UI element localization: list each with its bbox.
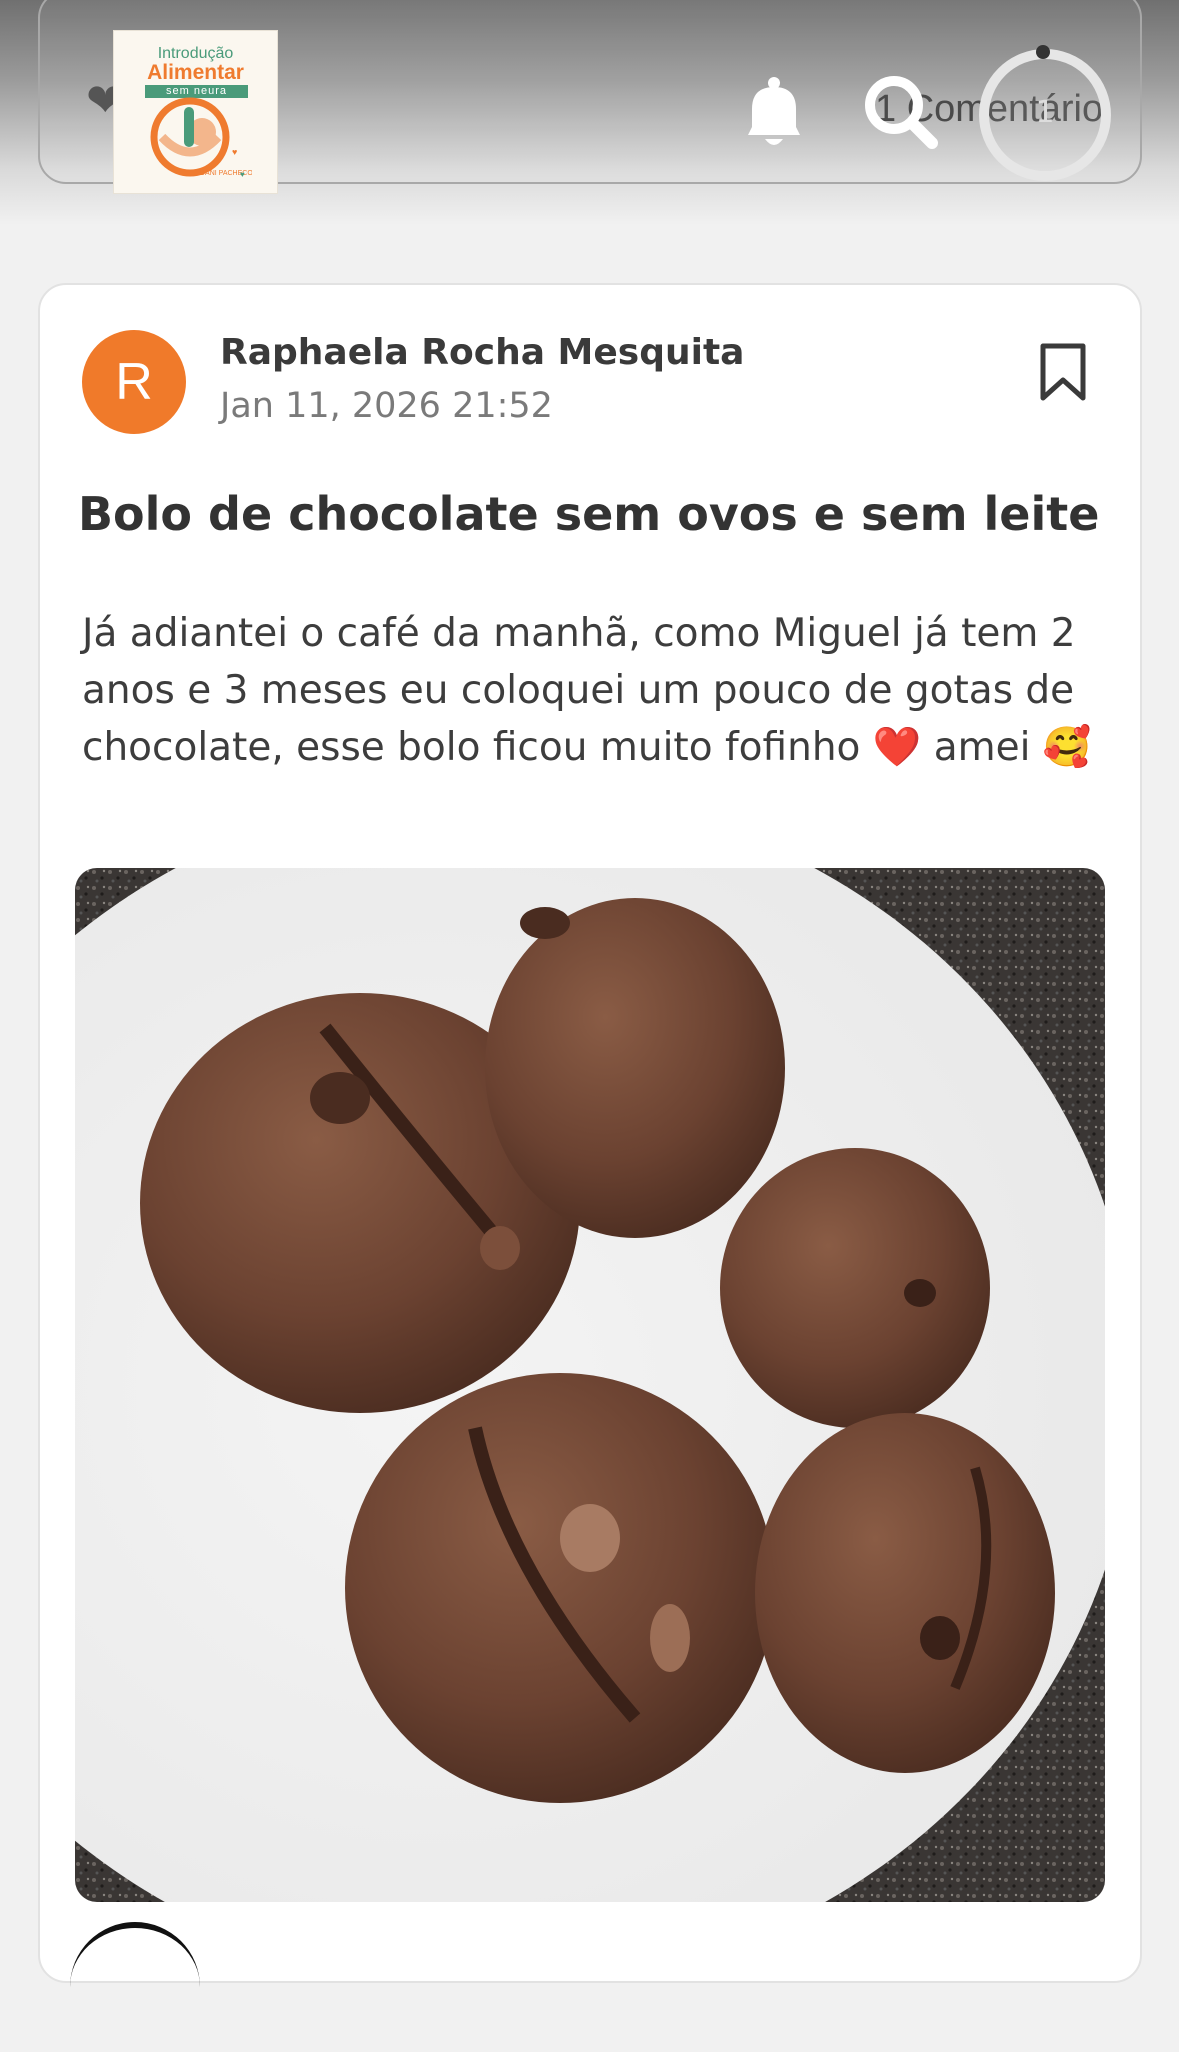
bell-icon[interactable] [738,75,810,155]
post-timestamp: Jan 11, 2026 21:52 [220,386,553,426]
top-header: ❤ Introdução Alimentar sem neura DANI PA… [0,0,1179,225]
logo-emblem-icon: DANI PACHECO ♥ ♥ [150,97,252,179]
avatar[interactable]: R [82,330,186,434]
next-post-avatar[interactable] [70,1922,200,2052]
post-author[interactable]: Raphaela Rocha Mesquita [220,332,744,373]
progress-count: 1 [1035,95,1055,130]
app-logo[interactable]: Introdução Alimentar sem neura DANI PACH… [113,30,278,194]
bookmark-icon[interactable] [1035,340,1091,404]
muffins-photo-image [75,868,1105,1902]
svg-text:♥: ♥ [232,147,237,157]
post-card: R Raphaela Rocha Mesquita Jan 11, 2026 2… [38,283,1142,1983]
post-body: Já adiantei o café da manhã, como Miguel… [82,611,1092,770]
logo-line2: Alimentar [147,61,244,84]
post-photo[interactable] [75,868,1105,1902]
search-icon[interactable] [862,73,942,153]
svg-text:♥: ♥ [240,170,245,179]
post-title: Bolo de chocolate sem ovos e sem leite [78,487,1100,541]
